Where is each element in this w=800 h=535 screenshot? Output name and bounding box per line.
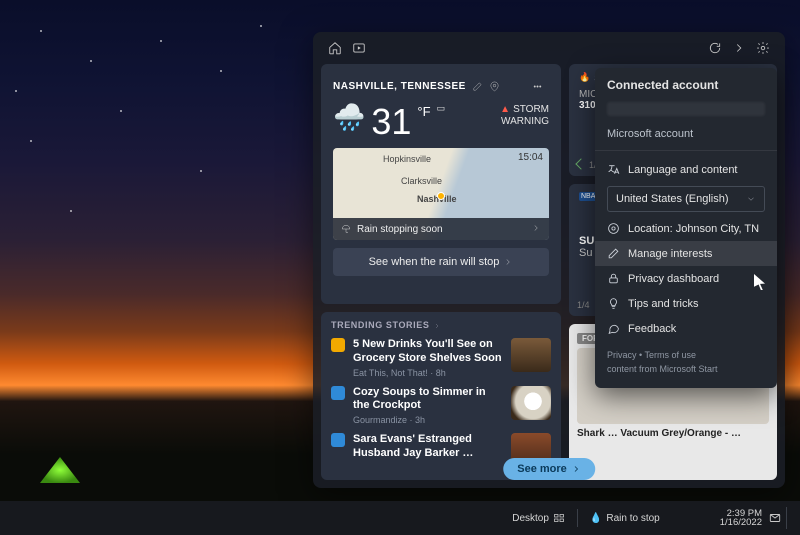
chevron-down-icon	[746, 194, 756, 204]
lightbulb-icon	[607, 297, 620, 310]
map-city-label: Clarksville	[401, 176, 442, 186]
taskbar-divider	[577, 509, 578, 527]
privacy-dashboard-row[interactable]: Privacy dashboard	[595, 266, 777, 291]
story-item[interactable]: 5 New Drinks You'll See on Grocery Store…	[331, 338, 551, 378]
story-thumbnail	[511, 386, 551, 420]
source-favicon-icon	[331, 338, 345, 352]
trending-header[interactable]: TRENDING STORIES	[331, 320, 551, 330]
weather-map[interactable]: 15:04 Hopkinsville Clarksville Nashville…	[333, 148, 549, 240]
chevron-left-icon[interactable]	[575, 158, 586, 169]
language-row: Language and content	[595, 157, 777, 182]
manage-interests-row[interactable]: Manage interests	[595, 241, 777, 266]
edit-icon	[607, 247, 620, 260]
tips-row[interactable]: Tips and tricks	[595, 291, 777, 316]
map-city-label: Hopkinsville	[383, 154, 431, 164]
taskbar-clock[interactable]: 2:39 PM 1/16/2022	[714, 509, 768, 528]
entertainment-button[interactable]	[347, 36, 371, 60]
source-favicon-icon	[331, 433, 345, 447]
map-pin-icon	[437, 192, 445, 200]
umbrella-icon	[341, 224, 351, 234]
weather-cloud-rain-icon: 🌧️	[333, 104, 365, 130]
expand-button[interactable]	[727, 36, 751, 60]
edit-icon[interactable]	[472, 81, 483, 92]
language-icon	[607, 163, 620, 176]
location-pin-icon[interactable]	[489, 81, 500, 92]
taskview-icon	[553, 512, 565, 524]
trending-card: TRENDING STORIES 5 New Drinks You'll See…	[321, 312, 561, 480]
settings-button[interactable]	[751, 36, 775, 60]
widgets-taskbar-button[interactable]: 💧 Rain to stop	[584, 501, 666, 535]
story-item[interactable]: Cozy Soups to Simmer in the Crockpot Gou…	[331, 386, 551, 426]
chevron-right-icon	[503, 257, 513, 267]
location-icon	[607, 222, 620, 235]
settings-footer: Privacy • Terms of use content from Micr…	[595, 341, 777, 380]
location-row[interactable]: Location: Johnson City, TN	[595, 216, 777, 241]
see-rain-button[interactable]: See when the rain will stop	[333, 248, 549, 276]
map-banner: Rain stopping soon	[333, 218, 549, 240]
language-dropdown[interactable]: United States (English)	[607, 186, 765, 212]
weather-unit: °F	[417, 104, 430, 119]
weather-card[interactable]: NASHVILLE, TENNESSEE 🌧️ 31 °F ▭ ▲ST	[321, 64, 561, 304]
source-favicon-icon	[331, 386, 345, 400]
chevron-right-icon	[571, 464, 581, 474]
feedback-row[interactable]: Feedback	[595, 316, 777, 341]
weather-temp: 31	[371, 104, 411, 140]
account-type: Microsoft account	[595, 124, 777, 148]
settings-header: Connected account	[595, 68, 777, 98]
home-button[interactable]	[323, 36, 347, 60]
map-time: 15:04	[518, 152, 543, 163]
settings-flyout: Connected account Microsoft account Lang…	[595, 68, 777, 388]
refresh-button[interactable]	[703, 36, 727, 60]
see-more-button[interactable]: See more	[503, 458, 595, 480]
footer-links[interactable]: Privacy • Terms of use	[607, 349, 765, 363]
story-thumbnail	[511, 338, 551, 372]
lock-icon	[607, 272, 620, 285]
chevron-right-icon	[531, 223, 541, 236]
alert-triangle-icon: ▲	[500, 104, 510, 115]
chat-icon	[607, 322, 620, 335]
chevron-right-icon	[433, 322, 441, 330]
widgets-toolbar	[313, 32, 785, 64]
account-name-redacted	[607, 102, 765, 116]
rain-drop-icon: 💧	[590, 513, 602, 524]
weather-badge-icon: ▭	[437, 104, 446, 114]
weather-location: NASHVILLE, TENNESSEE	[333, 81, 466, 92]
weather-alert[interactable]: ▲STORM WARNING	[500, 104, 549, 128]
show-desktop-button[interactable]	[786, 507, 794, 529]
desktop-wallpaper: NASHVILLE, TENNESSEE 🌧️ 31 °F ▭ ▲ST	[0, 0, 800, 535]
taskbar: Desktop 💧 Rain to stop 2:39 PM 1/16/2022	[0, 501, 800, 535]
weather-more-button[interactable]	[525, 74, 549, 98]
fire-icon: 🔥	[579, 72, 590, 83]
task-view-button[interactable]: Desktop	[506, 501, 571, 535]
notifications-icon[interactable]	[768, 511, 782, 525]
